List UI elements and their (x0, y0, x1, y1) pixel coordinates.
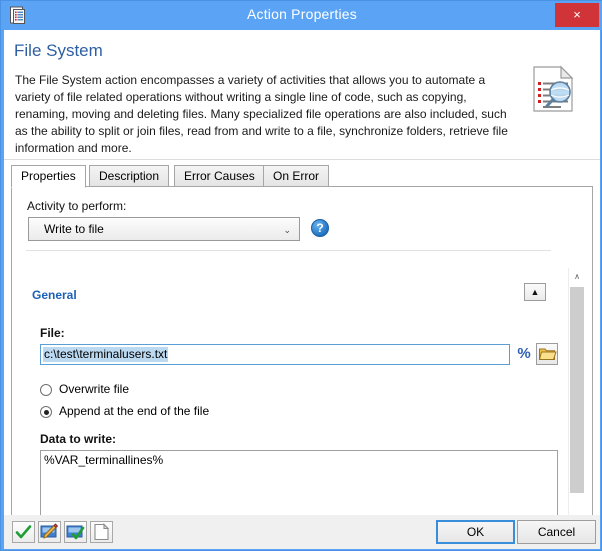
edit-pencil-icon[interactable] (38, 521, 61, 543)
scroll-up-arrow-icon[interactable]: ∧ (569, 268, 585, 285)
file-input[interactable] (40, 344, 510, 365)
cancel-button[interactable]: Cancel (517, 520, 596, 544)
header-separator (4, 159, 600, 160)
validate-check-icon[interactable] (12, 521, 35, 543)
activity-select[interactable]: Write to file ⌄ (28, 217, 300, 241)
radio-overwrite-file-label: Overwrite file (59, 382, 130, 396)
general-section-title: General (32, 288, 77, 302)
tab-error-causes[interactable]: Error Causes (174, 165, 265, 187)
folder-browse-icon[interactable] (536, 343, 558, 365)
chevron-down-icon: ⌄ (283, 225, 291, 235)
help-question-icon[interactable]: ? (311, 219, 329, 237)
page-description: The File System action encompasses a var… (15, 73, 508, 155)
data-to-write-input[interactable] (40, 450, 558, 523)
properties-tab-panel: Activity to perform: Write to file ⌄ ? G… (11, 187, 593, 538)
activity-separator (26, 250, 551, 251)
radio-mark-icon (40, 406, 52, 418)
tab-properties[interactable]: Properties (11, 165, 86, 188)
ok-button[interactable]: OK (436, 520, 515, 544)
tab-description[interactable]: Description (89, 165, 170, 187)
close-button[interactable]: × (555, 3, 599, 27)
file-label: File: (40, 326, 65, 340)
radio-mark-icon (40, 384, 52, 396)
window-title: Action Properties (246, 6, 357, 22)
percent-variable-icon[interactable]: % (515, 344, 533, 365)
apply-check-icon[interactable] (64, 521, 87, 543)
action-properties-dialog: Action Properties × File System The File… (0, 0, 602, 551)
activity-to-perform-label: Activity to perform: (27, 199, 127, 213)
vertical-scrollbar[interactable]: ∧ ∨ (568, 268, 585, 537)
data-to-write-label: Data to write: (40, 432, 117, 446)
title-bar: Action Properties × (1, 1, 602, 30)
tab-on-error[interactable]: On Error (263, 165, 330, 187)
radio-append-end-of-file-label: Append at the end of the file (59, 404, 210, 418)
collapse-section-button[interactable]: ▲ (524, 283, 546, 301)
page-title: File System (14, 41, 103, 60)
tab-strip: Properties Description Error Causes On E… (11, 165, 593, 188)
dialog-footer: OK Cancel (4, 515, 600, 549)
vertical-scrollbar-thumb[interactable] (570, 287, 584, 493)
document-magnifier-icon (531, 65, 575, 113)
dialog-client-area: File System The File System action encom… (4, 30, 600, 538)
activity-selected-value: Write to file (44, 222, 104, 236)
new-page-icon[interactable] (90, 521, 113, 543)
